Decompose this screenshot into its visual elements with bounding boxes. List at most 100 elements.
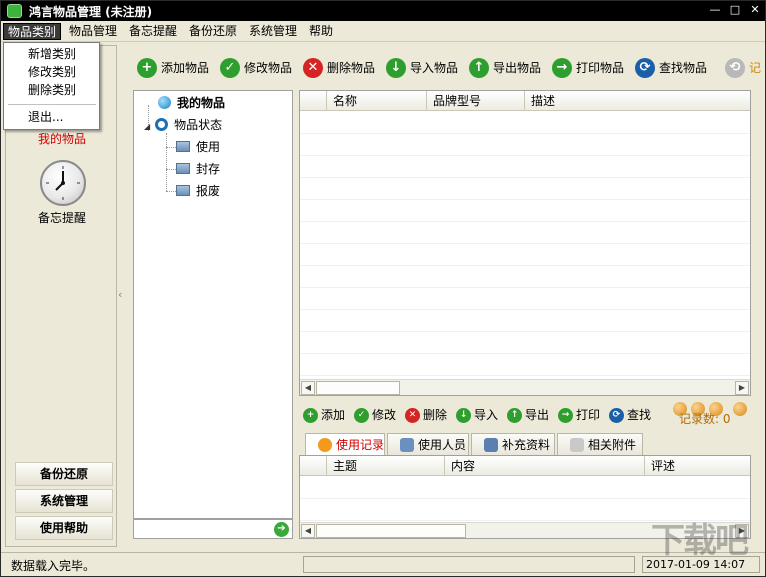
add-icon: + — [303, 408, 318, 423]
tab-usage-records[interactable]: 使用记录 — [305, 433, 385, 456]
tree-connector — [166, 147, 176, 148]
menu-new-category[interactable]: 新增类别 — [28, 46, 76, 63]
nav-my-items[interactable]: 我的物品 — [6, 130, 118, 147]
clock-icon[interactable] — [40, 160, 86, 206]
tree-node-scrapped[interactable]: 报废 — [176, 182, 220, 200]
table-row — [300, 112, 750, 134]
tab-users[interactable]: 使用人员 — [387, 433, 469, 455]
tree-connector — [166, 191, 176, 192]
tree-connector — [166, 169, 176, 170]
tab-supplement-label: 补充资料 — [502, 438, 551, 452]
folder-icon — [176, 141, 190, 152]
table-row — [300, 134, 750, 156]
menu-item-help[interactable]: 帮助 — [305, 23, 337, 40]
minimize-button[interactable]: — — [707, 3, 723, 17]
search-icon: ⟳ — [609, 408, 624, 423]
delete-record-label: 删除 — [423, 408, 448, 422]
expand-arrow-icon: ◢ — [144, 122, 151, 131]
print-record-label: 打印 — [576, 408, 601, 422]
column-header-brand[interactable]: 品牌型号 — [426, 91, 524, 111]
print-item-label: 打印物品 — [576, 61, 625, 75]
detail-tabs: 使用记录 使用人员 补充资料 相关附件 — [299, 433, 751, 456]
folder-icon — [176, 163, 190, 174]
chart-icon — [484, 438, 498, 452]
tab-users-label: 使用人员 — [418, 438, 467, 452]
scroll-right-icon[interactable]: ▶ — [735, 381, 749, 395]
tree-child-label: 使用 — [196, 140, 221, 154]
table-row — [300, 222, 750, 244]
tree-node-status[interactable]: ◢ 物品状态 — [144, 116, 222, 134]
table-row — [300, 332, 750, 354]
column-header-desc[interactable]: 描述 — [524, 91, 750, 111]
menu-item-reminder[interactable]: 备忘提醒 — [125, 23, 181, 40]
table-row — [300, 156, 750, 178]
tree-child-label: 报废 — [196, 184, 221, 198]
column-header-subject[interactable]: 主题 — [326, 456, 444, 476]
menu-separator — [8, 104, 96, 105]
rss-icon — [318, 438, 332, 452]
system-manage-button[interactable]: 系统管理 — [15, 489, 113, 513]
tree-node-sealed[interactable]: 封存 — [176, 160, 220, 178]
tab-attachments[interactable]: 相关附件 — [557, 433, 643, 455]
menu-item-backup[interactable]: 备份还原 — [185, 23, 241, 40]
print-icon: → — [552, 58, 572, 78]
menu-edit-category[interactable]: 修改类别 — [28, 64, 76, 81]
grid2-header: 主题 内容 评述 — [300, 456, 750, 476]
tab-usage-records-label: 使用记录 — [336, 438, 385, 452]
tab-supplement[interactable]: 补充资料 — [471, 433, 555, 455]
tree-root-label: 我的物品 — [177, 96, 226, 110]
column-header-comment[interactable]: 评述 — [644, 456, 750, 476]
table-row — [300, 477, 750, 499]
scroll-left-icon[interactable]: ◀ — [301, 524, 315, 538]
go-arrow-icon[interactable]: ➔ — [274, 522, 289, 537]
find-item-label: 查找物品 — [659, 61, 708, 75]
title-bar[interactable]: 鸿言物品管理 (未注册) — □ ✕ — [1, 1, 765, 21]
import-record-label: 导入 — [474, 408, 499, 422]
status-icon — [155, 118, 169, 131]
add-icon: + — [137, 58, 157, 78]
add-record-label: 添加 — [321, 408, 346, 422]
column-header-name[interactable]: 名称 — [326, 91, 426, 111]
scroll-thumb[interactable] — [316, 381, 400, 395]
import-icon: ↓ — [456, 408, 471, 423]
menu-item-items[interactable]: 物品管理 — [65, 23, 121, 40]
menu-item-category[interactable]: 物品类别 — [3, 23, 62, 40]
tree-connector — [166, 133, 167, 191]
record-count: 记录数: 0 — [679, 412, 731, 426]
maximize-button[interactable]: □ — [727, 3, 743, 17]
table-row — [300, 200, 750, 222]
close-button[interactable]: ✕ — [747, 3, 763, 17]
record-label: 记 — [749, 61, 762, 75]
backup-restore-button[interactable]: 备份还原 — [15, 462, 113, 486]
app-logo-icon — [7, 4, 22, 18]
tree-node-in-use[interactable]: 使用 — [176, 138, 220, 156]
items-grid: 名称 品牌型号 描述 ◀ ▶ — [299, 90, 751, 396]
export-item-label: 导出物品 — [493, 61, 542, 75]
menu-delete-category[interactable]: 删除类别 — [28, 82, 76, 99]
paperclip-icon — [570, 438, 584, 452]
help-button[interactable]: 使用帮助 — [15, 516, 113, 540]
scroll-left-icon[interactable]: ◀ — [301, 381, 315, 395]
column-header-rowsel — [300, 456, 326, 476]
main-toolbar: + 添加物品 ✓ 修改物品 ✕ 删除物品 ↓ 导入物品 ↑ 导出物品 → 打印物… — [131, 51, 765, 85]
globe-icon — [158, 96, 171, 109]
category-tree: 我的物品 ◢ 物品状态 使用 封存 报废 — [133, 90, 293, 519]
horizontal-scrollbar[interactable]: ◀ ▶ — [300, 379, 750, 395]
tree-search-input[interactable]: ➔ — [133, 519, 293, 539]
print-icon: → — [558, 408, 573, 423]
menu-exit[interactable]: 退出... — [28, 109, 63, 126]
last-record-icon[interactable] — [733, 402, 747, 416]
table-row — [300, 266, 750, 288]
folder-icon — [176, 185, 190, 196]
tree-root-my-items[interactable]: 我的物品 — [158, 94, 225, 112]
tab-attachments-label: 相关附件 — [588, 438, 637, 452]
collapse-panel-icon[interactable]: ‹ — [118, 288, 122, 301]
scroll-thumb[interactable] — [316, 524, 466, 538]
column-header-content[interactable]: 内容 — [444, 456, 644, 476]
app-window: 鸿言物品管理 (未注册) — □ ✕ 物品类别 物品管理 备忘提醒 备份还原 系… — [0, 0, 766, 577]
menu-item-system[interactable]: 系统管理 — [245, 23, 301, 40]
status-progress-panel — [303, 556, 635, 573]
import-icon: ↓ — [386, 58, 406, 78]
nav-reminder[interactable]: 备忘提醒 — [6, 209, 118, 226]
edit-item-label: 修改物品 — [244, 61, 293, 75]
